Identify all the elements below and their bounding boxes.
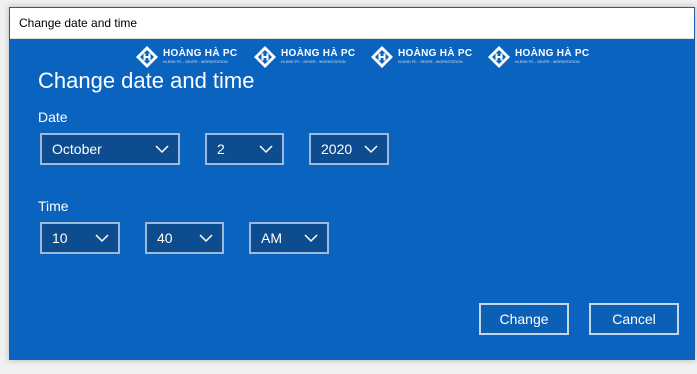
hh-logo-icon [253,45,277,69]
time-label: Time [38,198,69,214]
watermark-tagline: HI-END PC - SEVER - WORKSTATION [281,60,346,65]
hh-logo-icon [135,45,159,69]
day-value: 2 [217,141,225,157]
watermark: HOÀNG HÀ PC HI-END PC - SEVER - WORKSTAT… [487,42,605,72]
watermark-tagline: HI-END PC - SEVER - WORKSTATION [515,60,580,65]
watermark-tagline: HI-END PC - SEVER - WORKSTATION [398,60,463,65]
chevron-down-icon [199,234,213,243]
year-dropdown[interactable]: 2020 [309,133,389,165]
title-bar[interactable]: Change date and time [10,8,694,39]
cancel-button[interactable]: Cancel [589,303,679,335]
watermark-brand: HOÀNG HÀ PC [163,48,238,60]
watermark-brand: HOÀNG HÀ PC [515,48,590,60]
dialog-content: HOÀNG HÀ PC HI-END PC - SEVER - WORKSTAT… [10,39,694,359]
chevron-down-icon [304,234,318,243]
hour-value: 10 [52,230,68,246]
change-button[interactable]: Change [479,303,569,335]
chevron-down-icon [259,145,273,154]
minute-dropdown[interactable]: 40 [145,222,224,254]
ampm-dropdown[interactable]: AM [249,222,329,254]
chevron-down-icon [364,145,378,154]
watermark: HOÀNG HÀ PC HI-END PC - SEVER - WORKSTAT… [370,42,488,72]
hour-dropdown[interactable]: 10 [40,222,120,254]
change-date-time-window: Change date and time HOÀNG HÀ PC HI-END … [9,7,695,360]
watermark: HOÀNG HÀ PC HI-END PC - SEVER - WORKSTAT… [253,42,371,72]
day-dropdown[interactable]: 2 [205,133,284,165]
minute-value: 40 [157,230,173,246]
watermark-brand: HOÀNG HÀ PC [398,48,473,60]
date-label: Date [38,109,68,125]
watermark-tagline: HI-END PC - SEVER - WORKSTATION [163,60,228,65]
month-value: October [52,141,102,157]
dialog-heading: Change date and time [38,68,255,93]
window-title: Change date and time [19,16,138,30]
chevron-down-icon [155,145,169,154]
chevron-down-icon [95,234,109,243]
month-dropdown[interactable]: October [40,133,180,165]
ampm-value: AM [261,230,282,246]
year-value: 2020 [321,141,353,157]
hh-logo-icon [487,45,511,69]
hh-logo-icon [370,45,394,69]
watermark-brand: HOÀNG HÀ PC [281,48,356,60]
